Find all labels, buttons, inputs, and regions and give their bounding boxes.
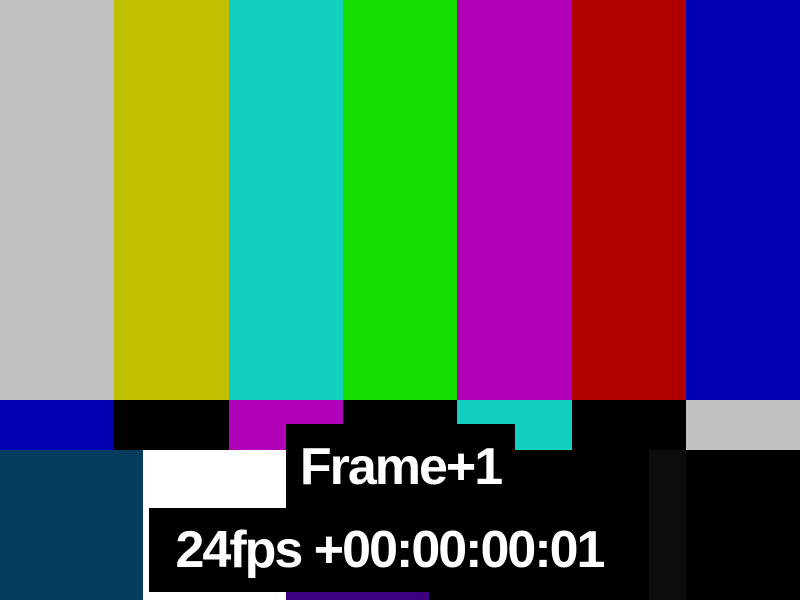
color-bar-magenta [457,0,572,400]
mid-bar-black-1 [114,400,229,450]
color-bar-red [572,0,686,400]
color-bar-gray [0,0,114,400]
color-bar-yellow [114,0,229,400]
mid-bar-blue [0,400,114,450]
bottom-bar-dark-blue [0,450,143,600]
bottom-bar-black-right [686,450,800,600]
frame-label: Frame+1 [286,424,515,510]
pluge-dark-bar [649,450,686,600]
color-bar-green [343,0,457,400]
timecode-label: 24fps +00:00:00:01 [149,508,630,592]
color-bar-blue [686,0,800,400]
mid-bar-gray [686,400,800,450]
color-bar-cyan [229,0,343,400]
mid-bar-black-3 [572,400,686,450]
